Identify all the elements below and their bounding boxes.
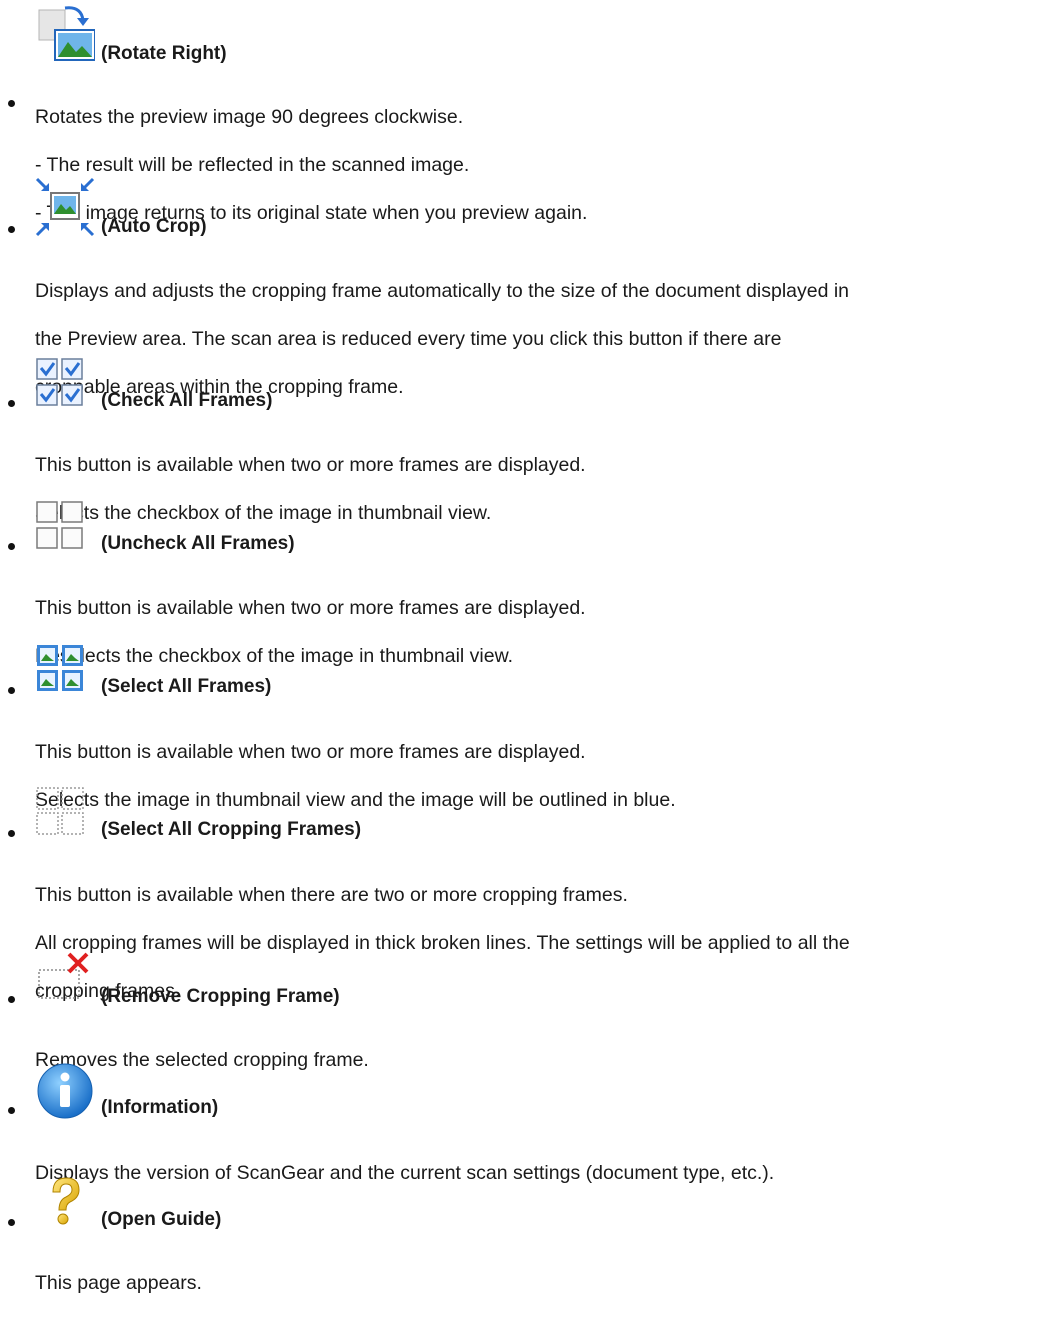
item-description: Removes the selected cropping frame. — [35, 1049, 369, 1071]
item-description: This button is available when two or mor… — [35, 597, 586, 667]
bullet — [8, 100, 15, 107]
bullet — [8, 400, 15, 407]
item-title: (Open Guide) — [101, 1209, 222, 1230]
bullet — [8, 687, 15, 694]
item-description: This button is available when two or mor… — [35, 454, 586, 524]
bullet — [8, 226, 15, 233]
item-description: This page appears. — [35, 1272, 202, 1294]
item-title: (Rotate Right) — [101, 43, 227, 64]
check-all-frames-icon[interactable] — [35, 357, 87, 409]
item-description: This button is available when two or mor… — [35, 741, 676, 811]
remove-cropping-frame-icon[interactable] — [35, 950, 95, 1006]
open-guide-icon[interactable] — [35, 1172, 95, 1232]
item-title: (Information) — [101, 1097, 219, 1118]
item-title: (Select All Frames) — [101, 676, 272, 697]
uncheck-all-frames-icon[interactable] — [35, 500, 87, 552]
auto-crop-icon[interactable] — [35, 177, 95, 237]
bullet — [8, 543, 15, 550]
bullet — [8, 996, 15, 1003]
bullet — [8, 1107, 15, 1114]
bullet — [8, 1219, 15, 1226]
item-title: (Select All Cropping Frames) — [101, 819, 362, 840]
rotate-right-icon[interactable] — [35, 2, 95, 62]
select-all-cropping-frames-icon[interactable] — [35, 786, 87, 838]
select-all-frames-icon[interactable] — [35, 643, 87, 695]
information-icon[interactable] — [35, 1061, 95, 1121]
item-description: Displays the version of ScanGear and the… — [35, 1162, 775, 1184]
bullet — [8, 830, 15, 837]
item-title: (Uncheck All Frames) — [101, 533, 295, 554]
item-title: (Check All Frames) — [101, 390, 273, 411]
item-title: (Auto Crop) — [101, 216, 207, 237]
item-title: (Remove Cropping Frame) — [101, 986, 340, 1007]
